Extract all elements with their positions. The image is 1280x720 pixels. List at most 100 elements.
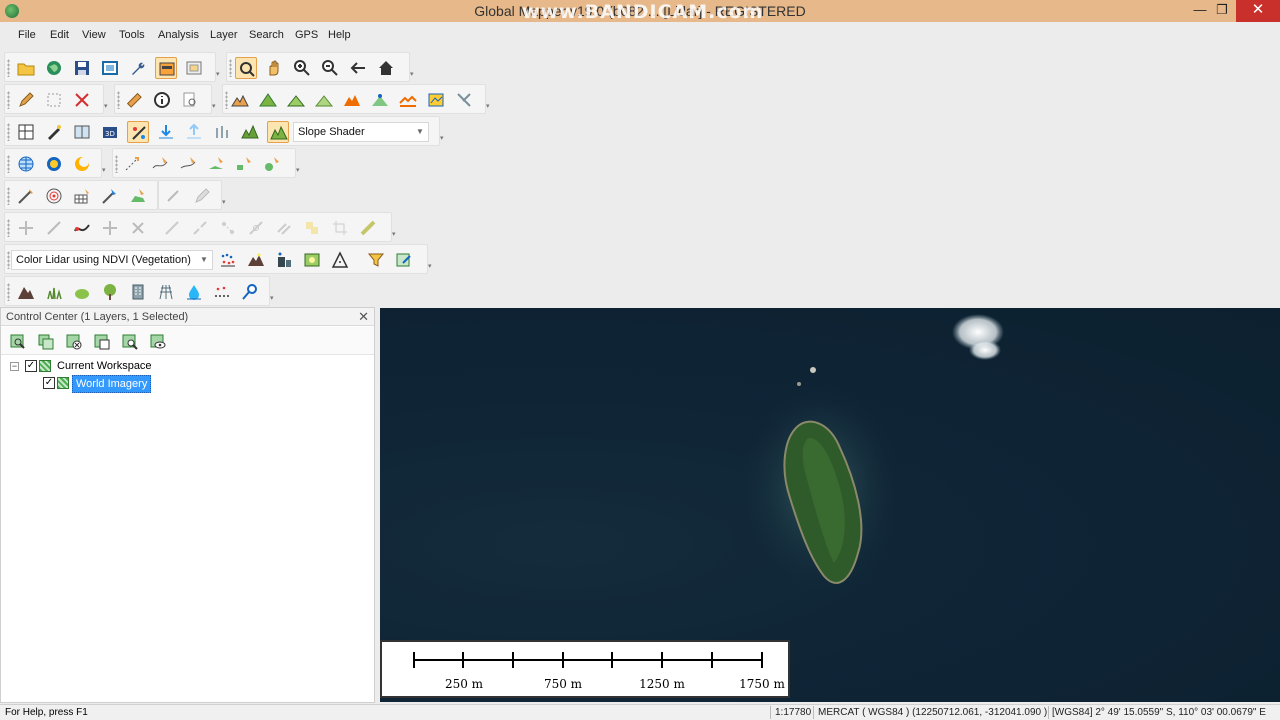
watershed-icon[interactable] [285, 89, 307, 111]
workspace-label[interactable]: Current Workspace [57, 358, 152, 374]
layer-window-icon[interactable] [183, 57, 205, 79]
cut-fill-icon[interactable] [341, 89, 363, 111]
menu-search[interactable]: Search [249, 29, 284, 41]
point-cloud-icon[interactable] [217, 249, 239, 271]
building-icon[interactable] [127, 281, 149, 303]
toolbar-grip[interactable] [7, 123, 10, 141]
3d-view-icon[interactable] [425, 89, 447, 111]
range-ring-icon[interactable] [43, 185, 65, 207]
profile-icon[interactable] [397, 89, 419, 111]
toolbar-grip[interactable] [229, 59, 232, 77]
toolbar-grip[interactable] [7, 283, 10, 301]
draw-curve-icon[interactable] [177, 153, 199, 175]
toolbar-grip[interactable] [7, 251, 10, 269]
toolbar-overflow-icon[interactable]: ▾ [296, 167, 302, 175]
lidar-terrain-icon[interactable] [245, 249, 267, 271]
tree-icon[interactable] [99, 281, 121, 303]
export-icon[interactable] [99, 57, 121, 79]
close-layer-icon[interactable] [63, 331, 85, 353]
tree-row-layer[interactable]: ✓ World Imagery [1, 375, 374, 393]
grid-create-icon[interactable] [71, 185, 93, 207]
grass-icon[interactable] [43, 281, 65, 303]
toolbar-overflow-icon[interactable]: ▾ [216, 71, 222, 79]
offset-icon[interactable] [273, 217, 295, 239]
tree-row-workspace[interactable]: − ✓ Current Workspace [1, 358, 374, 374]
toolbar-grip[interactable] [225, 91, 228, 109]
lidar-filter-icon[interactable] [301, 249, 323, 271]
delete-icon[interactable] [71, 89, 93, 111]
check-icon[interactable] [163, 185, 185, 207]
zoom-layer-icon[interactable] [7, 331, 29, 353]
workspace-checkbox[interactable]: ✓ [25, 360, 37, 372]
toolbar-grip[interactable] [7, 91, 10, 109]
join-lines-icon[interactable] [217, 217, 239, 239]
ground-icon[interactable] [15, 281, 37, 303]
wrench-icon[interactable] [127, 57, 149, 79]
back-arrow-icon[interactable] [347, 57, 369, 79]
split-view-icon[interactable] [71, 121, 93, 143]
save-icon[interactable] [71, 57, 93, 79]
settings-sun-icon[interactable] [43, 153, 65, 175]
shrub-icon[interactable] [71, 281, 93, 303]
lidar-color-select[interactable]: Color Lidar using NDVI (Vegetation) ▼ [11, 250, 213, 270]
toolbar-overflow-icon[interactable]: ▾ [104, 103, 110, 111]
shader-select[interactable]: Slope Shader ▼ [293, 122, 429, 142]
layer-label[interactable]: World Imagery [72, 375, 152, 393]
rotate-icon[interactable] [43, 217, 65, 239]
peaks-icon[interactable] [239, 121, 261, 143]
overview-window-icon[interactable] [155, 57, 177, 79]
draw-points-icon[interactable] [121, 153, 143, 175]
toolbar-overflow-icon[interactable]: ▾ [440, 135, 446, 143]
menu-help[interactable]: Help [328, 29, 351, 41]
feature-edit-icon[interactable] [43, 121, 65, 143]
menu-gps[interactable]: GPS [295, 29, 318, 41]
toolbar-grip[interactable] [115, 155, 118, 173]
insert-vertex-icon[interactable] [245, 217, 267, 239]
lidar-classify-icon[interactable] [273, 249, 295, 271]
toolbar-grip[interactable] [117, 91, 120, 109]
draw-circle-icon[interactable] [261, 153, 283, 175]
globe-download-icon[interactable] [43, 57, 65, 79]
line-edit-icon[interactable] [15, 185, 37, 207]
split-line-icon[interactable] [189, 217, 211, 239]
3d-box-icon[interactable]: 3D [99, 121, 121, 143]
close-button[interactable]: ✕ [1236, 0, 1280, 22]
collapse-icon[interactable]: − [10, 362, 19, 371]
toolbar-overflow-icon[interactable]: ▾ [270, 295, 276, 303]
lidar-tool-icon[interactable] [453, 89, 475, 111]
move-vertex-icon[interactable] [15, 217, 37, 239]
draw-rect-icon[interactable] [233, 153, 255, 175]
menu-edit[interactable]: Edit [50, 29, 69, 41]
zoom-out-icon[interactable] [319, 57, 341, 79]
flood-icon[interactable] [183, 121, 205, 143]
crop-icon[interactable] [329, 217, 351, 239]
toolbar-overflow-icon[interactable]: ▾ [428, 263, 434, 271]
draw-area-icon[interactable] [205, 153, 227, 175]
chevron-down-icon[interactable]: ▼ [414, 123, 426, 141]
water-level-icon[interactable] [155, 121, 177, 143]
draw-line-icon[interactable] [149, 153, 171, 175]
snap-icon[interactable] [161, 217, 183, 239]
digitizer-select-icon[interactable] [235, 57, 257, 79]
home-icon[interactable] [375, 57, 397, 79]
powerline-icon[interactable] [155, 281, 177, 303]
view-layer-icon[interactable] [147, 331, 169, 353]
web-globe-icon[interactable] [15, 153, 37, 175]
chevron-down-icon[interactable]: ▼ [198, 251, 210, 269]
toolbar-overflow-icon[interactable]: ▾ [222, 199, 228, 207]
water-drop-icon[interactable] [183, 281, 205, 303]
copy-layer-icon[interactable] [35, 331, 57, 353]
toolbar-grip[interactable] [7, 155, 10, 173]
select-box-icon[interactable] [43, 89, 65, 111]
edit-disabled-icon[interactable] [191, 185, 213, 207]
toolbar-overflow-icon[interactable]: ▾ [212, 103, 218, 111]
delete-vertex-icon[interactable] [127, 217, 149, 239]
mountain-shader-icon[interactable] [267, 121, 289, 143]
line-of-sight-icon[interactable] [369, 89, 391, 111]
menu-view[interactable]: View [82, 29, 106, 41]
triangle-icon[interactable] [329, 249, 351, 271]
close-icon[interactable]: ✕ [358, 309, 369, 325]
grid-layout-icon[interactable] [15, 121, 37, 143]
reshape-icon[interactable] [71, 217, 93, 239]
merge-icon[interactable] [301, 217, 323, 239]
